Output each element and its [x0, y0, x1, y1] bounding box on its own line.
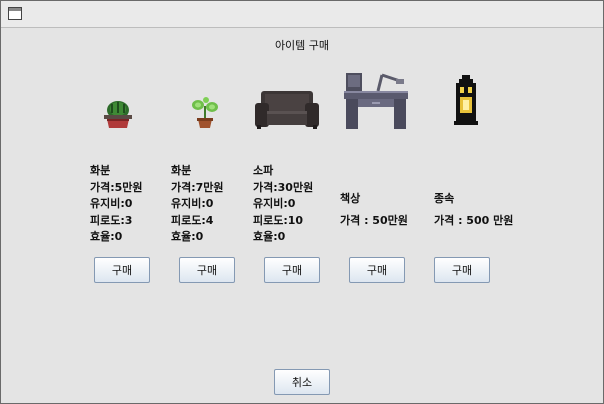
item-info-2: 화분 가격:7만원 유지비:0 피로도:4 효율:0 — [171, 163, 224, 246]
item-upkeep: 유지비:0 — [90, 197, 133, 210]
purchase-window: 아이템 구매 화분 가격:5만원 유지비:0 피로도:3 효율:0 화분 가격:… — [0, 0, 604, 404]
potted-cactus-icon — [104, 101, 132, 128]
title-bar — [1, 1, 603, 28]
item-name: 화분 — [171, 164, 192, 177]
item-price: 가격 : 500 만원 — [434, 214, 514, 227]
item-name: 종속 — [434, 192, 455, 205]
buy-button-3[interactable]: 구매 — [264, 257, 320, 283]
desk-lamp-icon — [344, 73, 408, 129]
item-fatigue: 피로도:4 — [171, 213, 214, 227]
item-fatigue: 피로도:3 — [90, 213, 133, 227]
item-name: 책상 — [340, 192, 361, 205]
item-price: 가격:7만원 — [171, 180, 224, 194]
buy-button-4[interactable]: 구매 — [349, 257, 405, 283]
lantern-icon — [454, 75, 478, 125]
item-efficiency: 효율:0 — [90, 230, 123, 243]
item-info-5: 종속 가격 : 500 만원 — [434, 188, 513, 232]
item-info-1: 화분 가격:5만원 유지비:0 피로도:3 효율:0 — [90, 163, 143, 246]
dialog-title: 아이템 구매 — [274, 39, 330, 52]
item-info-4: 책상 가격 : 50만원 — [340, 188, 408, 232]
sofa-icon — [255, 91, 319, 129]
buy-button-2[interactable]: 구매 — [179, 257, 235, 283]
item-info-3: 소파 가격:30만원 유지비:0 피로도:10 효율:0 — [253, 163, 313, 246]
item-upkeep: 유지비:0 — [253, 197, 296, 210]
item-efficiency: 효율:0 — [171, 230, 204, 243]
buy-button-1[interactable]: 구매 — [94, 257, 150, 283]
cancel-button[interactable]: 취소 — [274, 369, 330, 395]
item-price: 가격:5만원 — [90, 180, 143, 194]
item-name: 소파 — [253, 164, 274, 177]
item-upkeep: 유지비:0 — [171, 197, 214, 210]
item-price: 가격:30만원 — [253, 180, 314, 194]
buy-button-5[interactable]: 구매 — [434, 257, 490, 283]
item-name: 화분 — [90, 164, 111, 177]
potted-sprout-icon — [192, 97, 218, 128]
window-icon[interactable] — [8, 7, 22, 20]
item-fatigue: 피로도:10 — [253, 213, 304, 227]
item-efficiency: 효율:0 — [253, 230, 286, 243]
item-price: 가격 : 50만원 — [340, 214, 408, 227]
